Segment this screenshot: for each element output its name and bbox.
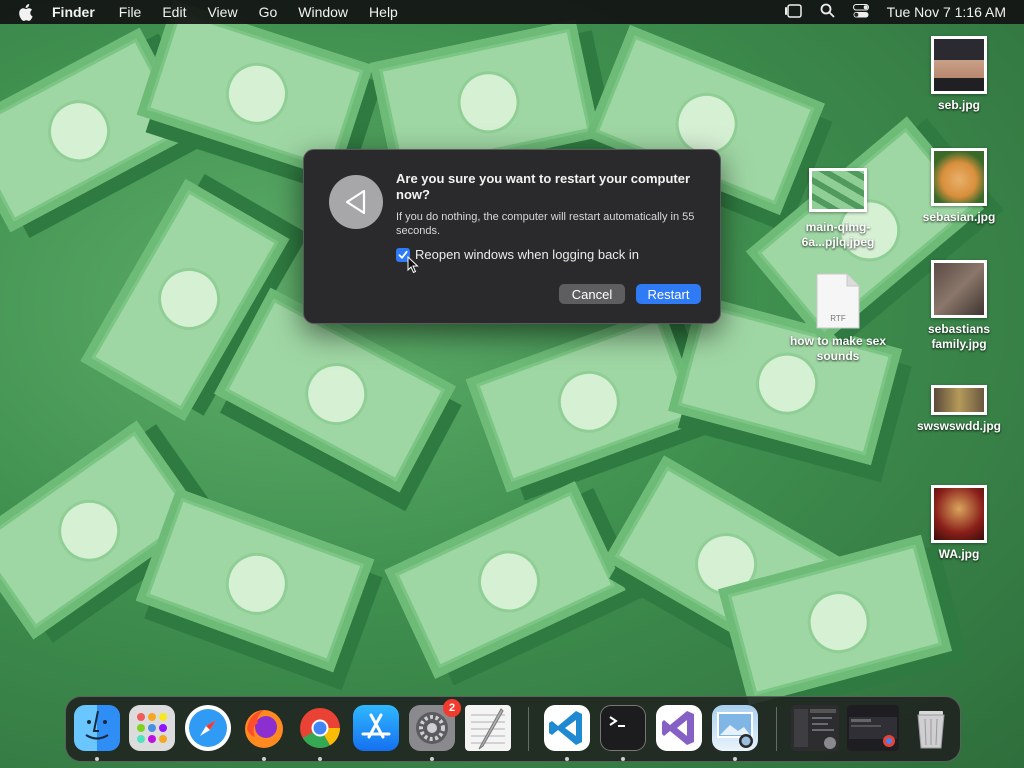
mouse-cursor-icon [407,255,419,279]
apple-icon[interactable] [18,3,36,21]
desktop-file-sebastians-family[interactable]: sebastians family.jpg [904,260,1014,352]
dock-terminal-icon[interactable] [600,705,646,751]
dock-finder-icon[interactable] [74,705,120,751]
dialog-message: If you do nothing, the computer will res… [396,211,695,237]
desktop-file-swswswdd[interactable]: swswswdd.jpg [904,385,1014,434]
restart-icon [329,175,383,229]
menu-edit[interactable]: Edit [162,4,186,20]
dock: 2 [65,696,961,762]
restart-confirmation-dialog: Are you sure you want to restart your co… [303,149,721,324]
dock-recent-window-icon[interactable] [791,705,839,751]
image-thumbnail [931,36,987,94]
document-icon: RTF [815,272,861,330]
dock-vscode-icon[interactable] [544,705,590,751]
menu-app-finder[interactable]: Finder [52,4,95,20]
desktop-file-sebasian[interactable]: sebasian.jpg [904,148,1014,225]
desktop-file-main-qimg[interactable]: main-qimg-6a...pjlq.jpeg [783,168,893,250]
file-label: sebastians family.jpg [927,322,991,351]
running-indicator [430,757,434,761]
reopen-windows-label: Reopen windows when logging back in [415,247,640,262]
file-label: sebasian.jpg [922,210,996,224]
menu-window[interactable]: Window [298,4,348,20]
desktop-file-rtf-document[interactable]: RTF how to make sex sounds [783,272,893,364]
running-indicator [733,757,737,761]
image-thumbnail [931,485,987,543]
running-indicator [621,757,625,761]
running-indicator [262,757,266,761]
menu-clock[interactable]: Tue Nov 7 1:16 AM [887,4,1006,20]
cancel-button[interactable]: Cancel [559,284,625,304]
control-center-icon[interactable] [852,3,869,21]
dock-chrome-icon[interactable] [297,705,343,751]
image-thumbnail [809,168,867,212]
running-indicator [318,757,322,761]
dock-safari-icon[interactable] [185,705,231,751]
restart-button[interactable]: Restart [636,284,701,304]
running-indicator [565,757,569,761]
dock-app-store-icon[interactable] [353,705,399,751]
stage-manager-icon[interactable] [784,3,802,21]
rtf-badge: RTF [830,314,846,323]
image-thumbnail [931,260,987,318]
dock-textedit-icon[interactable] [465,705,511,751]
notification-badge: 2 [443,699,461,717]
dock-trash-icon[interactable] [908,705,954,751]
dock-system-settings-icon[interactable]: 2 [409,699,461,751]
file-label: how to make sex sounds [789,334,887,363]
dock-separator [528,707,529,751]
search-icon[interactable] [820,3,835,21]
dock-visual-studio-icon[interactable] [656,705,702,751]
menu-view[interactable]: View [207,4,237,20]
menu-go[interactable]: Go [259,4,278,20]
running-indicator [95,757,99,761]
file-label: WA.jpg [938,547,980,561]
dock-firefox-icon[interactable] [241,705,287,751]
dock-launchpad-icon[interactable] [129,705,175,751]
dock-recent-window-icon[interactable] [847,705,899,751]
image-thumbnail [931,385,987,415]
menu-help[interactable]: Help [369,4,398,20]
reopen-windows-option[interactable]: Reopen windows when logging back in [396,247,639,262]
file-label: seb.jpg [937,98,980,112]
file-label: main-qimg-6a...pjlq.jpeg [801,220,875,249]
file-label: swswswdd.jpg [916,419,1001,433]
dock-separator [776,707,777,751]
desktop-wallpaper [0,0,1024,768]
menu-file[interactable]: File [119,4,142,20]
desktop-file-seb[interactable]: seb.jpg [904,36,1014,113]
image-thumbnail [931,148,987,206]
desktop-file-wa[interactable]: WA.jpg [904,485,1014,562]
menu-bar: Finder File Edit View Go Window Help Tue… [0,0,1024,24]
dock-preview-icon[interactable] [712,705,758,751]
dialog-title: Are you sure you want to restart your co… [396,171,691,202]
